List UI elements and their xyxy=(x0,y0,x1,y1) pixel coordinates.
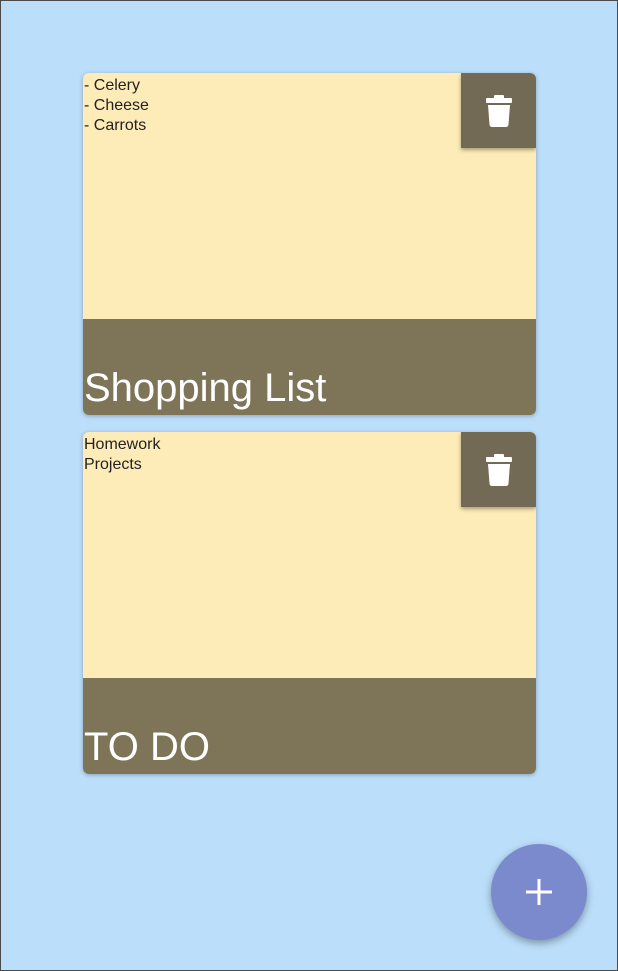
note-footer: Shopping List xyxy=(83,319,536,415)
note-line: Projects xyxy=(84,456,142,473)
plus-icon xyxy=(526,879,552,905)
notes-screen: - Celery - Cheese - Carrots Shopping Lis… xyxy=(0,0,618,971)
note-card-to-do[interactable]: Homework Projects TO DO xyxy=(83,432,536,774)
note-line: Homework xyxy=(84,436,161,453)
delete-note-button[interactable] xyxy=(461,432,536,507)
add-note-button[interactable] xyxy=(491,844,587,940)
trash-icon xyxy=(485,453,512,486)
note-content[interactable]: Homework Projects xyxy=(84,435,454,475)
note-content[interactable]: - Celery - Cheese - Carrots xyxy=(84,76,454,136)
trash-icon xyxy=(485,94,512,127)
note-line: - Celery xyxy=(84,77,141,94)
note-footer: TO DO xyxy=(83,678,536,774)
note-title[interactable]: TO DO xyxy=(84,723,210,771)
note-line: - Cheese xyxy=(84,97,149,114)
note-title[interactable]: Shopping List xyxy=(84,364,326,412)
note-card-shopping-list[interactable]: - Celery - Cheese - Carrots Shopping Lis… xyxy=(83,73,536,415)
note-line: - Carrots xyxy=(84,117,147,134)
delete-note-button[interactable] xyxy=(461,73,536,148)
